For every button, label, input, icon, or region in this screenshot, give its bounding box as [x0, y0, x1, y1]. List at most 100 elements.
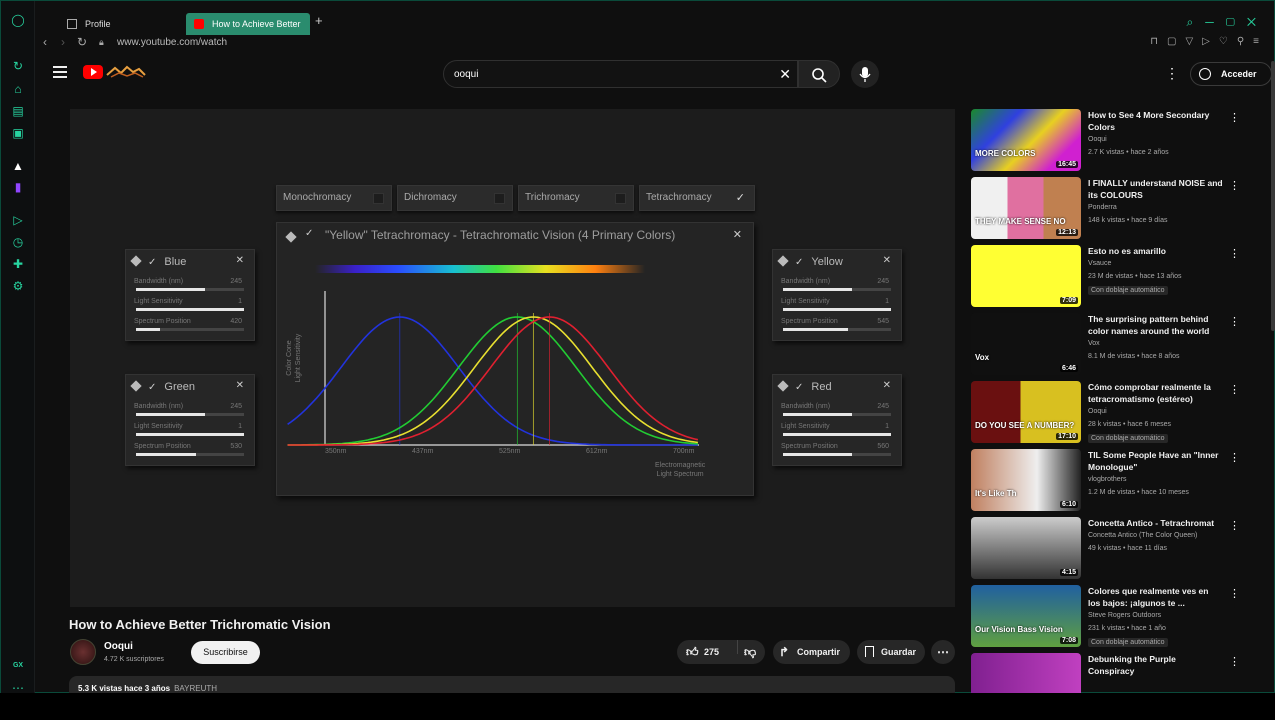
voice-search-button[interactable] — [851, 60, 879, 88]
sensitivity-slider[interactable]: Light Sensitivity 1 — [781, 423, 893, 443]
recommendation-item[interactable]: DO YOU SEE A NUMBER? 17:10 Cómo comprobar … — [971, 381, 1246, 443]
store-icon[interactable]: ⌂ — [11, 82, 25, 96]
recommendation-channel[interactable]: Ooqui — [1088, 136, 1107, 143]
recommendation-title[interactable]: The surprising pattern behind color name… — [1088, 313, 1223, 337]
save-button[interactable]: Guardar — [857, 640, 925, 664]
recommendation-channel[interactable]: Ponderra — [1088, 204, 1117, 211]
twitch-icon[interactable]: ▤ — [11, 104, 25, 118]
recommendation-item[interactable]: 7:09 Esto no es amarillo Vsauce 23 M de vis… — [971, 245, 1246, 307]
recommendation-title[interactable]: Debunking the Purple Conspiracy — [1088, 653, 1223, 677]
recommendation-title[interactable]: Colores que realmente ves en los bajos: … — [1088, 585, 1223, 609]
more-options-icon[interactable]: ⋮ — [1229, 451, 1240, 464]
forward-icon[interactable]: › — [61, 35, 65, 49]
bandwidth-slider[interactable]: Bandwidth (nm) 245 — [134, 403, 246, 423]
search-input[interactable]: ooqui ✕ — [443, 60, 798, 88]
clock-icon[interactable]: ◷ — [11, 235, 25, 249]
mode-checkbox[interactable] — [615, 193, 626, 204]
bandwidth-slider[interactable]: Bandwidth (nm) 245 — [781, 403, 893, 423]
check-icon[interactable]: ✓ — [736, 186, 745, 210]
thumbnail[interactable]: It's Like Th 6:10 — [971, 449, 1081, 511]
sign-in-button[interactable]: Acceder — [1190, 62, 1272, 86]
window-controls[interactable]: ⌕─▢✕ — [1187, 15, 1269, 30]
hashtag[interactable]: BAYREUTH — [174, 684, 217, 693]
position-slider[interactable]: Spectrum Position 560 — [781, 443, 893, 463]
recommendation-channel[interactable]: Vsauce — [1088, 260, 1111, 267]
mode-monochromacy[interactable]: Monochromacy — [276, 185, 392, 211]
more-options-icon[interactable]: ⋮ — [1229, 111, 1240, 124]
thumbnail[interactable]: Our Vision Bass Vision 7:08 — [971, 585, 1081, 647]
reload-icon[interactable]: ↻ — [77, 35, 87, 49]
subscribe-button[interactable]: Suscribirse — [191, 641, 260, 664]
recommendation-item[interactable]: Our Vision Bass Vision 7:08 Colores que re… — [971, 585, 1246, 647]
settings-icon[interactable]: ⚙ — [11, 279, 25, 293]
back-icon[interactable]: ‹ — [43, 35, 47, 49]
tab-profile[interactable]: Profile — [59, 13, 199, 35]
more-options-icon[interactable]: ⋮ — [1229, 315, 1240, 328]
video-player[interactable]: Monochromacy Dichromacy Trichromacy Tetr… — [70, 109, 955, 607]
more-options-icon[interactable]: ⋮ — [1229, 519, 1240, 532]
channel-name[interactable]: Ooqui — [104, 641, 133, 652]
doodle-logo[interactable] — [105, 63, 147, 81]
thumbnail[interactable]: DO YOU SEE A NUMBER? 17:10 — [971, 381, 1081, 443]
twitch-app-icon[interactable]: ▮ — [11, 180, 25, 194]
recommendation-item[interactable]: THEY MAKE SENSE NO 12:13 I FINALLY underst… — [971, 177, 1246, 239]
scrollbar[interactable] — [1271, 61, 1275, 331]
check-icon[interactable]: ✓ — [148, 382, 156, 393]
check-icon[interactable]: ✓ — [795, 257, 803, 268]
mode-tetrachromacy[interactable]: Tetrachromacy ✓ — [639, 185, 755, 211]
recommendation-title[interactable]: How to See 4 More Secondary Colors — [1088, 109, 1223, 133]
clear-search-icon[interactable]: ✕ — [779, 66, 791, 83]
more-options-icon[interactable]: ⋮ — [1229, 655, 1240, 668]
mode-trichromacy[interactable]: Trichromacy — [518, 185, 634, 211]
more-actions-button[interactable]: ⋯ — [931, 640, 955, 664]
more-options-icon[interactable]: ⋮ — [1229, 247, 1240, 260]
bandwidth-slider[interactable]: Bandwidth (nm) 245 — [781, 278, 893, 298]
close-icon[interactable]: ✕ — [883, 380, 891, 391]
new-tab-button[interactable]: + — [315, 13, 323, 28]
check-icon[interactable]: ✓ — [795, 382, 803, 393]
thumbnail[interactable]: MORE COLORS 16:45 — [971, 109, 1081, 171]
thumbs-up-icon[interactable]: 👍︎ — [686, 640, 699, 664]
settings-menu-icon[interactable]: ⋮ — [1165, 65, 1179, 82]
recommendation-channel[interactable]: vlogbrothers — [1088, 476, 1127, 483]
recommendation-channel[interactable]: Concetta Antico (The Color Queen) — [1088, 532, 1197, 539]
recommendation-channel[interactable]: Vox — [1088, 340, 1100, 347]
more-options-icon[interactable]: ⋮ — [1229, 587, 1240, 600]
sensitivity-slider[interactable]: Light Sensitivity 1 — [134, 423, 246, 443]
history-icon[interactable]: ↻ — [11, 59, 25, 73]
mode-dichromacy[interactable]: Dichromacy — [397, 185, 513, 211]
mode-checkbox[interactable] — [373, 193, 384, 204]
hamburger-menu-icon[interactable] — [53, 66, 67, 78]
recommendation-title[interactable]: Esto no es amarillo — [1088, 245, 1223, 257]
search-button[interactable] — [798, 60, 840, 88]
recommendation-channel[interactable]: Ooqui — [1088, 408, 1107, 415]
thumbnail[interactable]: 4:15 — [971, 517, 1081, 579]
sensitivity-slider[interactable]: Light Sensitivity 1 — [781, 298, 893, 318]
recommendation-title[interactable]: Concetta Antico - Tetrachromat — [1088, 517, 1223, 529]
recommendation-item[interactable]: Debunking the Purple Conspiracy ⋮ — [971, 653, 1246, 694]
more-options-icon[interactable]: ⋮ — [1229, 179, 1240, 192]
recommendation-channel[interactable]: Steve Rogers Outdoors — [1088, 612, 1161, 619]
recommendation-item[interactable]: It's Like Th 6:10 TIL Some People Have an … — [971, 449, 1246, 511]
recommendation-title[interactable]: I FINALLY understand NOISE and its COLOU… — [1088, 177, 1223, 201]
url-field[interactable]: www.youtube.com/watch — [117, 37, 227, 48]
tab-video[interactable]: How to Achieve Better — [186, 13, 310, 35]
opera-logo-icon[interactable]: ◯ — [11, 13, 25, 27]
thumbnail[interactable]: Vox 6:46 — [971, 313, 1081, 375]
check-icon[interactable]: ✓ — [148, 257, 156, 268]
recommendation-item[interactable]: 4:15 Concetta Antico - Tetrachromat Concet… — [971, 517, 1246, 579]
recommendation-item[interactable]: MORE COLORS 16:45 How to See 4 More Second… — [971, 109, 1246, 171]
channel-avatar[interactable] — [70, 639, 96, 665]
extensions-icon[interactable]: ✚ — [11, 257, 25, 271]
recommendation-title[interactable]: TIL Some People Have an "Inner Monologue… — [1088, 449, 1223, 473]
thumbs-down-icon[interactable]: 👎︎ — [737, 640, 756, 659]
description-box[interactable]: 5.3 K vistas hace 3 años BAYREUTH — [69, 676, 955, 694]
thumbnail[interactable] — [971, 653, 1081, 694]
sensitivity-slider[interactable]: Light Sensitivity 1 — [134, 298, 246, 318]
more-options-icon[interactable]: ⋮ — [1229, 383, 1240, 396]
address-bar-actions[interactable]: ⊓▢▽▷♡⚲≡ — [1150, 36, 1268, 47]
bandwidth-slider[interactable]: Bandwidth (nm) 245 — [134, 278, 246, 298]
recommendation-title[interactable]: Cómo comprobar realmente la tetracromati… — [1088, 381, 1223, 405]
messenger-icon[interactable]: ▣ — [11, 126, 25, 140]
youtube-logo[interactable] — [83, 65, 103, 79]
